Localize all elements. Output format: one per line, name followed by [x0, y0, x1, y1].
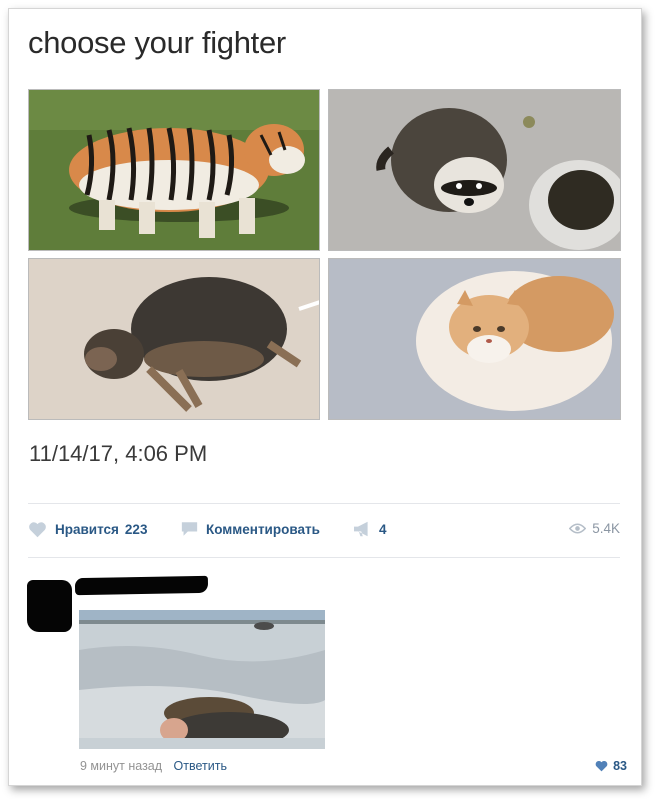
- dog-photo[interactable]: [28, 258, 320, 420]
- divider: [28, 557, 620, 558]
- image-grid: [28, 89, 621, 420]
- comment-icon: [181, 522, 198, 536]
- reply-button[interactable]: Ответить: [174, 759, 227, 773]
- megaphone-icon: [354, 521, 368, 537]
- post-card: choose your fighter 11/14/17, 4:06 PM Нр…: [8, 8, 642, 786]
- comment-like-count: 83: [613, 759, 627, 773]
- comment-button[interactable]: Комментировать: [181, 521, 320, 537]
- views-counter: 5.4K: [569, 521, 620, 536]
- post-title: choose your fighter: [28, 25, 286, 60]
- share-button[interactable]: 4: [353, 521, 387, 537]
- avatar[interactable]: [27, 580, 72, 632]
- comment-photo[interactable]: [79, 610, 325, 749]
- comment-label: Комментировать: [206, 521, 320, 537]
- post-actions-bar: Нравится 223 Комментировать 4 5.4K: [28, 521, 620, 541]
- comment-time[interactable]: 9 минут назад: [80, 759, 162, 773]
- author-name-redacted[interactable]: [74, 575, 209, 596]
- comment-like-button[interactable]: 83: [595, 759, 627, 773]
- cat-photo[interactable]: [328, 258, 621, 420]
- like-label: Нравится: [55, 522, 119, 537]
- tiger-photo[interactable]: [28, 89, 320, 251]
- like-count: 223: [124, 522, 148, 537]
- like-button[interactable]: Нравится 223: [28, 521, 147, 538]
- eye-icon: [569, 523, 587, 534]
- comment-meta: 9 минут назад Ответить: [80, 759, 227, 773]
- heart-icon: [29, 522, 46, 538]
- divider: [28, 503, 620, 504]
- heart-icon: [595, 760, 608, 772]
- share-count: 4: [379, 521, 387, 537]
- views-count: 5.4K: [592, 521, 620, 536]
- raccoon-photo[interactable]: [328, 89, 621, 251]
- comment-item: 9 минут назад Ответить 83: [27, 574, 627, 774]
- post-timestamp: 11/14/17, 4:06 PM: [29, 441, 208, 466]
